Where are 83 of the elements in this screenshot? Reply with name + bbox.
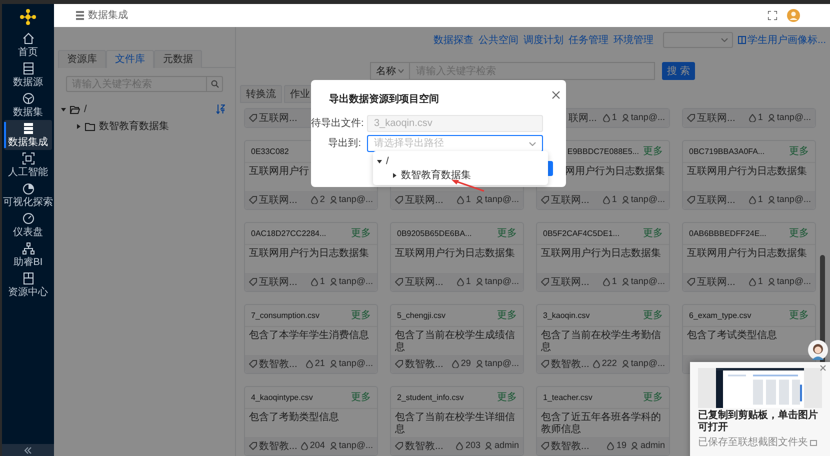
count-label: 1: [612, 111, 617, 124]
tag-label: 互联网...: [259, 194, 298, 208]
tag-label: 数智教...: [259, 358, 298, 372]
card-title: 4_kaoqintype.csv: [251, 392, 313, 404]
count-label: 1: [758, 111, 763, 124]
count-label: 21: [314, 357, 325, 370]
tag-label: 数智教...: [405, 440, 444, 454]
count-label: 203: [465, 439, 480, 452]
card-title: 6_exam_type.csv: [689, 310, 752, 322]
tag-label: 互联网...: [405, 194, 444, 208]
user-label: tanp@...: [338, 439, 373, 452]
tag-label: 互联网...: [697, 276, 736, 290]
tag-label: 互联网...: [551, 194, 590, 208]
count-label: 2: [320, 193, 325, 206]
card-description: 互联网用户行为日志数据集: [249, 248, 370, 260]
count-label: 19: [616, 439, 626, 452]
tag-label: 数智教...: [551, 440, 590, 454]
user-label: tanp@...: [338, 193, 373, 206]
card-title: 1_teacher.csv: [543, 392, 592, 404]
tag-label: 互联网...: [697, 194, 736, 208]
count-label: 1: [758, 275, 763, 288]
field-label: 导出到:: [327, 136, 362, 151]
user-label: admin: [494, 439, 519, 452]
count-label: 29: [460, 357, 471, 370]
card-description: 网用户行为日志数据集: [565, 166, 665, 179]
card-description: 互联网用户行为日志数据集: [541, 248, 662, 260]
user-label: admin: [640, 439, 665, 452]
notification-subtitle: 已保存至联想截图文件夹: [698, 436, 808, 450]
tag-label: 互联网...: [551, 276, 590, 290]
card-description: 互联网用户行为日志数据集: [687, 248, 808, 260]
count-label: 222: [602, 357, 617, 370]
user-label: tanp@...: [484, 193, 519, 206]
user-label: tanp@...: [630, 357, 665, 370]
card-description: 互联网用户行: [249, 166, 310, 178]
tag-label: 互联网...: [405, 276, 444, 290]
user-label: tanp@...: [630, 193, 665, 206]
user-label: tanp@...: [484, 357, 519, 370]
card-description: 互联网用户行为日志数据集: [687, 166, 808, 178]
card-description: 包含了近五年各班各学科的教师信息: [541, 412, 662, 436]
count-label: 1: [758, 193, 763, 206]
tag-label: 互联网...: [259, 112, 298, 126]
card-title: E9BBDC7E088E5...: [567, 146, 639, 158]
tag-label: 数智教...: [405, 358, 444, 372]
user-label: tanp@...: [630, 111, 665, 124]
user-label: tanp@...: [338, 275, 373, 288]
card-description: 互联网用户行为日志数据集: [395, 248, 516, 260]
card-title: 7_consumption.csv: [251, 310, 320, 322]
card-title: 3_kaoqin.csv: [543, 310, 590, 322]
count-label: 1: [612, 275, 617, 288]
card-description: 包含了考试类型信息: [687, 330, 778, 342]
card-description: 包含了本学年学生消费信息: [249, 330, 370, 342]
user-label: tanp@...: [776, 193, 811, 206]
card-title: 0B9205B65DE6BA...: [397, 228, 472, 240]
card-title: 5_chengji.csv: [397, 310, 446, 322]
card-description: 包含了当前在校学生详细信息: [395, 412, 516, 436]
card-title: 2_student_info.csv: [397, 392, 464, 404]
notification-title: 已复制到剪贴板，单击图片可打开: [698, 410, 819, 434]
card-title: 0AC18D27CC2284...: [251, 228, 326, 240]
tag-label: 数智教...: [551, 358, 590, 372]
count-label: 1: [320, 275, 325, 288]
user-label: tanp@...: [776, 111, 811, 124]
card-description: 包含了考勤类型信息: [249, 412, 340, 424]
page-title: 数据集成: [88, 8, 128, 23]
tag-label: 数智教...: [259, 440, 298, 454]
card-title: 0BC719BBA3A0FA...: [689, 146, 765, 158]
count-label: 1: [466, 193, 471, 206]
dialog-title: 导出数据资源到项目空间: [329, 92, 439, 107]
tag-label: 互联网...: [259, 276, 298, 290]
user-label: tanp@...: [484, 275, 519, 288]
user-label: tanp@...: [630, 275, 665, 288]
tag-label: 互联网...: [697, 112, 736, 126]
user-label: tanp@...: [338, 357, 373, 370]
card-description: 包含了当前在校学生考勤信息: [541, 330, 662, 354]
tag-label: 联网...: [568, 112, 597, 126]
card-title: 0B5F2CAF4C5DE1...: [543, 228, 620, 240]
user-label: tanp@...: [776, 275, 811, 288]
card-title: 0E33C082: [251, 146, 289, 158]
count-label: 1: [612, 193, 617, 206]
card-title: 0AB6BBBEDFF24E...: [689, 228, 766, 240]
field-label: 待导出文件:: [311, 116, 365, 131]
count-label: 204: [310, 439, 325, 452]
card-description: 包含了当前在校学生成绩信息: [395, 330, 516, 354]
count-label: 1: [466, 275, 471, 288]
